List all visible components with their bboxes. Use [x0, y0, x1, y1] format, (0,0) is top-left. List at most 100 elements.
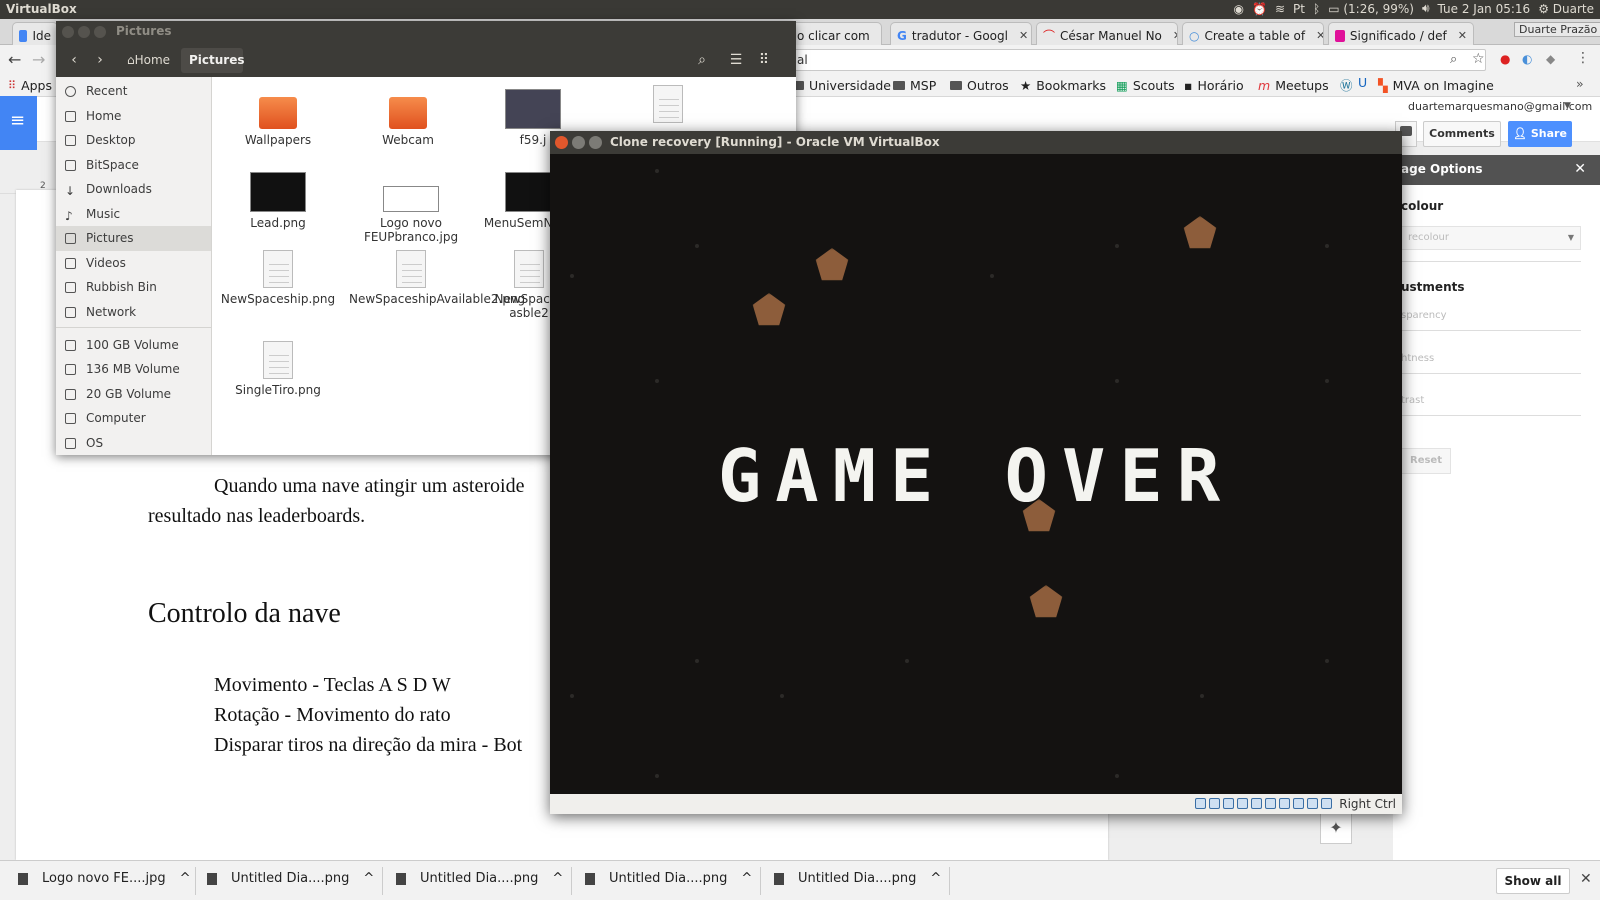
vm-screen[interactable]: GAME OVER: [550, 154, 1402, 794]
minimize-window-button[interactable]: [78, 26, 90, 38]
chrome-profile-button[interactable]: Duarte Prazão: [1514, 22, 1600, 37]
chrome-tab-2[interactable]: o clicar com ✕: [790, 22, 882, 45]
close-tab-icon[interactable]: ✕: [1316, 29, 1323, 42]
network-icon[interactable]: [1237, 798, 1248, 809]
file-item[interactable]: Lead.png: [219, 172, 337, 230]
chrome-tab-docs[interactable]: Ide: [12, 22, 58, 45]
usb-icon[interactable]: [1251, 798, 1262, 809]
breadcrumb-home[interactable]: ⌂Home: [121, 48, 181, 73]
bluetooth-icon[interactable]: ᛒ: [1313, 2, 1320, 16]
close-window-button[interactable]: [62, 26, 74, 38]
download-item[interactable]: Untitled Dia....png ^: [774, 871, 941, 886]
extension-icon[interactable]: ●: [1500, 52, 1510, 66]
chevron-up-icon[interactable]: ^: [930, 871, 941, 886]
bookmark-msp[interactable]: MSP: [893, 78, 936, 93]
explore-button[interactable]: ✦: [1320, 812, 1352, 844]
sidebar-item-volume-136mb[interactable]: 136 MB Volume: [56, 357, 211, 382]
mouse-integration-icon[interactable]: [1321, 798, 1332, 809]
download-item[interactable]: Untitled Dia....png ^: [396, 871, 563, 886]
minimize-window-button[interactable]: [572, 136, 585, 149]
download-item[interactable]: Logo novo FE....jpg ^: [18, 871, 191, 886]
more-bookmarks-icon[interactable]: »: [1576, 76, 1584, 91]
user-menu[interactable]: ⚙ Duarte: [1538, 2, 1594, 16]
brightness-slider[interactable]: [1401, 373, 1581, 374]
volume-icon[interactable]: 🔊︎: [1422, 1, 1430, 16]
close-tab-icon[interactable]: ✕: [1173, 29, 1177, 42]
hard-disk-icon[interactable]: [1195, 798, 1206, 809]
search-icon[interactable]: ⌕: [692, 48, 712, 73]
chrome-tab-5[interactable]: ○ Create a table of ✕: [1182, 22, 1324, 45]
bookmark-mva[interactable]: ▚ MVA on Imagine: [1378, 78, 1494, 93]
back-arrow-icon[interactable]: ←: [8, 50, 21, 69]
close-tab-icon[interactable]: ✕: [1458, 29, 1467, 42]
battery-indicator[interactable]: ▭ (1:26, 99%): [1328, 2, 1414, 16]
wordpress-icon[interactable]: Ⓦ: [1340, 75, 1353, 94]
forward-chevron-icon[interactable]: ›: [90, 48, 110, 73]
forward-arrow-icon[interactable]: →: [32, 50, 45, 69]
bookmark-outros[interactable]: Outros: [950, 78, 1009, 93]
transparency-slider[interactable]: [1401, 330, 1581, 331]
file-item[interactable]: [609, 85, 727, 127]
sidebar-item-volume-100gb[interactable]: 100 GB Volume: [56, 333, 211, 358]
sidebar-item-bitspace[interactable]: BitSpace: [56, 153, 211, 178]
back-chevron-icon[interactable]: ‹: [64, 48, 84, 73]
shared-folders-icon[interactable]: [1265, 798, 1276, 809]
chevron-up-icon[interactable]: ^: [741, 871, 752, 886]
sidebar-item-desktop[interactable]: Desktop: [56, 128, 211, 153]
chevron-down-icon[interactable]: ▼: [1564, 101, 1571, 111]
chrome-tab-6[interactable]: Significado / def ✕: [1328, 22, 1474, 45]
bookmark-scouts[interactable]: ▦ Scouts: [1116, 78, 1175, 93]
chevron-up-icon[interactable]: ^: [363, 871, 374, 886]
file-item[interactable]: NewSpaceshipAvailable2.png: [349, 250, 525, 306]
chrome-indicator-icon[interactable]: ◉: [1234, 2, 1244, 16]
extension-icon[interactable]: ◐: [1522, 52, 1532, 66]
audio-icon[interactable]: [1223, 798, 1234, 809]
close-window-button[interactable]: [555, 136, 568, 149]
sidebar-item-downloads[interactable]: ↓ Downloads: [56, 177, 211, 202]
sidebar-item-computer[interactable]: Computer: [56, 406, 211, 431]
sidebar-item-recent[interactable]: Recent: [56, 79, 211, 104]
optical-drive-icon[interactable]: [1209, 798, 1220, 809]
bookmark-bookmarks[interactable]: ★ Bookmarks: [1020, 78, 1106, 93]
reset-button[interactable]: Reset: [1401, 448, 1451, 474]
chrome-tab-3[interactable]: Gtradutor - Googl ✕: [890, 22, 1032, 45]
sidebar-item-music[interactable]: ♪ Music: [56, 202, 211, 227]
file-item[interactable]: NewSpaceship.png: [219, 250, 337, 306]
omnibox[interactable]: al: [790, 49, 1486, 71]
bookmark-star-icon[interactable]: ☆: [1472, 51, 1485, 67]
cpu-icon[interactable]: [1307, 798, 1318, 809]
list-view-icon[interactable]: ☰: [726, 48, 746, 73]
display-icon[interactable]: [1279, 798, 1290, 809]
close-tab-icon[interactable]: ✕: [1019, 29, 1028, 42]
alarm-icon[interactable]: ⏰: [1252, 2, 1267, 16]
show-all-button[interactable]: Show all: [1496, 868, 1570, 894]
bookmark-apps[interactable]: ⠿ Apps: [8, 78, 52, 93]
download-item[interactable]: Untitled Dia....png ^: [207, 871, 374, 886]
keyboard-layout-icon[interactable]: Pt: [1293, 2, 1305, 16]
sidebar-item-videos[interactable]: Videos: [56, 251, 211, 276]
video-capture-icon[interactable]: [1293, 798, 1304, 809]
close-icon[interactable]: ✕: [1580, 871, 1592, 887]
share-button[interactable]: 👤︎ Share: [1508, 121, 1572, 147]
sidebar-item-rubbish-bin[interactable]: Rubbish Bin: [56, 275, 211, 300]
close-tab-icon[interactable]: ✕: [881, 29, 882, 42]
bookmark-horario[interactable]: ▪ Horário: [1184, 78, 1244, 93]
extension-icon[interactable]: ◆: [1546, 52, 1555, 66]
file-item[interactable]: Logo novo FEUPbranco.jpg: [349, 172, 473, 244]
chrome-tab-4[interactable]: ⌒ César Manuel No ✕: [1036, 22, 1178, 45]
sidebar-item-home[interactable]: Home: [56, 104, 211, 129]
chrome-menu-icon[interactable]: ⋮: [1576, 50, 1590, 66]
zoom-icon[interactable]: ⌕: [1450, 52, 1457, 67]
breadcrumb-pictures[interactable]: Pictures: [181, 48, 245, 73]
docs-logo-icon[interactable]: ≡: [0, 96, 37, 150]
clock[interactable]: Tue 2 Jan 05:16: [1438, 2, 1531, 16]
sidebar-item-network[interactable]: Network: [56, 300, 211, 325]
maximize-window-button[interactable]: [589, 136, 602, 149]
bookmark-universidade[interactable]: Universidade: [792, 78, 891, 93]
close-icon[interactable]: ✕: [1574, 161, 1586, 177]
sidebar-item-os[interactable]: OS: [56, 431, 211, 455]
file-item[interactable]: Webcam: [349, 89, 467, 147]
sidebar-item-volume-20gb[interactable]: 20 GB Volume: [56, 382, 211, 407]
file-item[interactable]: SingleTiro.png: [219, 341, 337, 397]
bookmark-meetups[interactable]: m Meetups: [1258, 78, 1329, 93]
